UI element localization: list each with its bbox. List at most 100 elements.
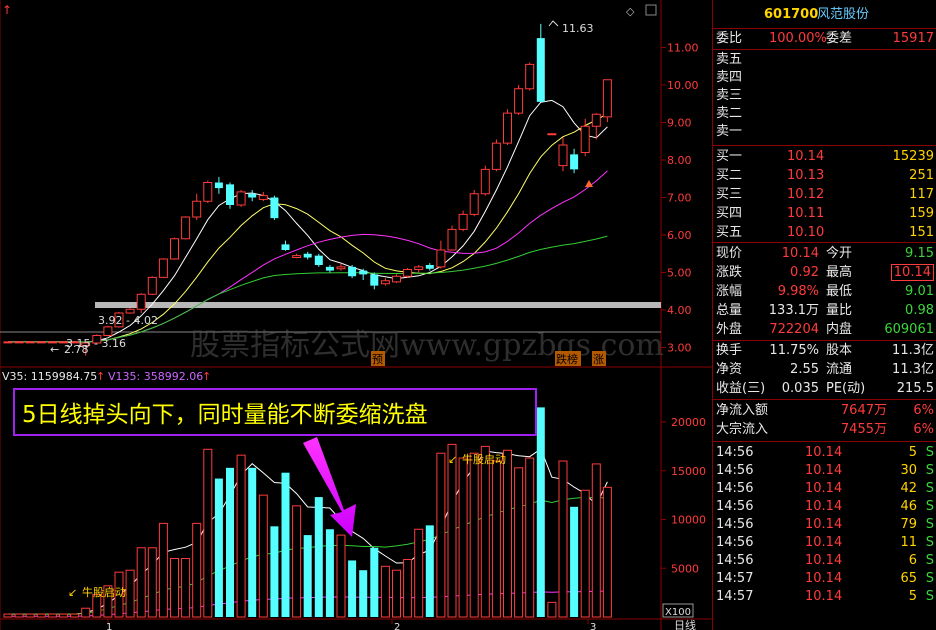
volume-bar <box>547 601 557 618</box>
tick-volume: 65 <box>900 571 917 586</box>
tick-side: S <box>925 517 934 532</box>
candle-body <box>436 249 446 268</box>
buy-label: 买二 <box>716 168 743 183</box>
flow-row: 净流入额 7647万 6% <box>713 402 936 420</box>
volume-bar <box>314 497 323 617</box>
buy-row[interactable]: 买二 10.13 251 <box>713 167 936 185</box>
tick-volume: 79 <box>900 517 917 532</box>
candle-body <box>192 200 202 218</box>
stat-label-2: 内盘 <box>826 322 853 337</box>
tick-side: S <box>925 481 934 496</box>
buy-row[interactable]: 买五 10.10 151 <box>713 224 936 242</box>
volume-tick-label: 5000 <box>671 562 699 575</box>
buy-price: 10.10 <box>787 225 825 240</box>
price-tick-label: 9.00 <box>667 117 692 130</box>
volume-bar <box>59 613 68 618</box>
tick-volume: 5 <box>908 445 917 460</box>
volume-bar <box>303 535 312 617</box>
candle-body <box>258 195 268 200</box>
candle-body <box>469 193 479 215</box>
candle-body <box>403 269 413 277</box>
sell-label: 卖二 <box>716 106 743 121</box>
sell-row[interactable]: 卖五 <box>713 51 936 69</box>
quote-panel: 601700 风范股份 委比 100.00% 委差 15917 卖五 卖四 卖三 卖二… <box>712 0 936 630</box>
buy-row[interactable]: 买四 10.11 159 <box>713 205 936 223</box>
buy-row[interactable]: 买一 10.14 15239 <box>713 148 936 166</box>
candle-body <box>514 88 524 114</box>
fund-label: 换手 <box>716 343 743 358</box>
fund-label-2: 股本 <box>826 343 853 358</box>
candle-body <box>236 191 246 206</box>
sell-row[interactable]: 卖四 <box>713 69 936 87</box>
stock-header[interactable]: 601700 风范股份 <box>713 6 936 24</box>
tick-time: 14:56 <box>716 553 754 568</box>
volume-bar <box>480 445 490 618</box>
volume-tick-label: 20000 <box>671 416 706 429</box>
tick-volume: 6 <box>908 553 917 568</box>
fund-value: 2.55 <box>790 362 819 377</box>
tick-side: S <box>925 535 934 550</box>
candle-body <box>325 266 334 271</box>
stat-value-2: 10.14 <box>890 264 934 281</box>
sell-row[interactable]: 卖一 <box>713 123 936 141</box>
tick-side: S <box>925 463 934 478</box>
tick-row: 14:56 10.14 6 S <box>713 552 936 570</box>
stat-row: 涨幅 9.98% 最低 9.01 <box>713 283 936 301</box>
stat-row: 总量 133.1万 量比 0.98 <box>713 302 936 320</box>
candle-body <box>491 142 501 170</box>
stat-value: 133.1万 <box>768 303 819 318</box>
price-tick-label: 10.00 <box>667 79 699 92</box>
volume-bar <box>558 460 568 618</box>
tick-volume: 11 <box>900 535 917 550</box>
tick-volume: 30 <box>900 463 917 478</box>
buy-price: 10.14 <box>787 149 825 164</box>
price-tick-label: 3.00 <box>667 342 692 355</box>
buy-label: 买五 <box>716 225 743 240</box>
sell-row[interactable]: 卖三 <box>713 87 936 105</box>
stat-value: 0.92 <box>790 265 819 280</box>
volume-bar <box>81 607 91 618</box>
candle-body <box>525 63 535 90</box>
volume-bar <box>359 570 368 617</box>
tick-row: 14:56 10.14 46 S <box>713 498 936 516</box>
volume-bar <box>214 478 223 617</box>
buy-label: 买四 <box>716 206 743 221</box>
tick-side: S <box>925 499 934 514</box>
candle-body <box>3 341 13 344</box>
tick-price: 10.14 <box>805 481 843 496</box>
price-tick-label: 4.00 <box>667 304 692 317</box>
period-label: 日线 <box>674 618 696 630</box>
diamond-icon[interactable]: ◇ <box>626 5 635 18</box>
weicha-label: 委差 <box>826 31 853 46</box>
vol-header-arrow-1: ↑ <box>96 370 105 383</box>
flow-amount: 7647万 <box>840 403 887 418</box>
volume-bar <box>436 452 446 618</box>
price-tick-label: 8.00 <box>667 154 692 167</box>
buy-volume: 117 <box>909 187 934 202</box>
volume-bar <box>525 457 535 618</box>
volume-bar <box>70 613 80 618</box>
buy-price: 10.13 <box>787 168 825 183</box>
stat-value-2: 9.01 <box>905 284 934 299</box>
volume-bar <box>570 506 579 617</box>
tick-price: 10.14 <box>805 535 843 550</box>
tag-yu: 预 <box>372 353 383 366</box>
high-price-label: 11.63 <box>562 22 594 35</box>
stat-row: 涨跌 0.92 最高 10.14 <box>713 264 936 282</box>
flow-amount: 7455万 <box>840 422 887 437</box>
candle-body <box>281 244 290 250</box>
flow-pct: 6% <box>913 403 934 418</box>
tick-price: 10.14 <box>805 553 843 568</box>
kline-chart[interactable]: ↑ ◇ 3.00 4.00 5.00 6.00 7.00 8.00 9.00 10.00 11.… <box>0 0 712 630</box>
volume-bar <box>226 467 234 617</box>
tick-volume: 46 <box>900 499 917 514</box>
candle-body <box>248 193 257 198</box>
stat-value-2: 609061 <box>884 322 934 337</box>
buy-row[interactable]: 买三 10.12 117 <box>713 186 936 204</box>
candle-body <box>503 112 512 144</box>
sell-row[interactable]: 卖二 <box>713 105 936 123</box>
stat-value-2: 9.15 <box>905 246 934 261</box>
candle-body <box>270 197 279 219</box>
fund-value: 11.75% <box>769 343 819 358</box>
volume-bar <box>147 547 157 618</box>
